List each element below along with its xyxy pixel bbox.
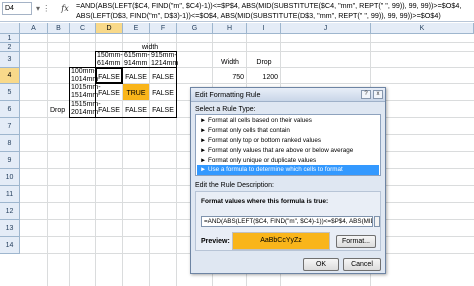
cell-f5[interactable]: FALSE [150, 89, 176, 98]
formula-bar: D4 ▾ ⋮ fx =AND(ABS(LEFT($C4, FIND("m", $… [0, 0, 474, 22]
cell-i3: Drop [256, 59, 272, 66]
collapse-dialog-icon[interactable] [374, 216, 380, 227]
preview-label: Preview: [201, 238, 230, 245]
gridline [20, 42, 474, 43]
cell-d6[interactable]: FALSE [96, 106, 122, 115]
cancel-button[interactable]: Cancel [343, 258, 381, 271]
ok-button[interactable]: OK [303, 258, 339, 271]
cell-h3: Width [221, 59, 239, 66]
cell-d5[interactable]: FALSE [96, 89, 122, 98]
row-header-12[interactable]: 12 [0, 203, 20, 220]
insert-function-icon[interactable]: fx [58, 2, 72, 15]
cell-d4[interactable]: FALSE [96, 73, 122, 82]
close-button[interactable]: x [373, 90, 383, 99]
help-button[interactable]: ? [361, 90, 371, 99]
matrix-border [69, 117, 177, 118]
row-header-7[interactable]: 7 [0, 118, 20, 135]
row-header-9[interactable]: 9 [0, 152, 20, 169]
cell-e6[interactable]: FALSE [123, 106, 149, 115]
gridline [47, 34, 48, 286]
column-header-d[interactable]: D [96, 23, 123, 34]
dialog-title-bar[interactable]: Edit Formatting Rule ? x [191, 88, 385, 102]
dialog-title: Edit Formatting Rule [195, 90, 261, 99]
rule-description-panel: Format values where this formula is true… [195, 191, 381, 251]
rule-type-list[interactable]: ► Format all cells based on their values… [195, 114, 381, 176]
rule-type-item[interactable]: ► Format only cells that contain [197, 126, 379, 136]
select-all-corner[interactable] [0, 23, 20, 34]
cell-h4[interactable]: 750 [213, 73, 244, 82]
rule-type-item[interactable]: ► Format only values that are above or b… [197, 146, 379, 156]
column-header-b[interactable]: B [48, 23, 70, 34]
edit-formatting-rule-dialog: Edit Formatting Rule ? x Select a Rule T… [190, 87, 386, 274]
name-box[interactable]: D4 [2, 2, 32, 15]
column-header-g[interactable]: G [177, 23, 213, 34]
column-header-c[interactable]: C [70, 23, 96, 34]
column-header-a[interactable]: A [20, 23, 48, 34]
cell-e3: 615mm- 914mm [124, 52, 150, 67]
gridline [149, 34, 150, 286]
formula-input[interactable]: =AND(ABS(LEFT($C4, FIND("m", $C4)-1))<=$… [74, 0, 472, 22]
matrix-border [69, 67, 70, 118]
column-header-h[interactable]: H [213, 23, 247, 34]
column-header-f[interactable]: F [150, 23, 177, 34]
cell-e5[interactable]: TRUE [123, 89, 149, 98]
cell-f3: 915mm- 1214mm [151, 52, 179, 67]
row-header-14[interactable]: 14 [0, 237, 20, 254]
cell-e4[interactable]: FALSE [123, 73, 149, 82]
row-header-2[interactable]: 2 [0, 43, 20, 52]
formula-condition-label: Format values where this formula is true… [201, 198, 329, 205]
cell-c4: 100mm- 1014mm [71, 68, 99, 83]
row-header-13[interactable]: 13 [0, 220, 20, 237]
cell-i4[interactable]: 1200 [247, 73, 278, 82]
column-header-j[interactable]: J [281, 23, 371, 34]
rule-type-item-selected[interactable]: ► Use a formula to determine which cells… [197, 165, 379, 175]
cell-f4[interactable]: FALSE [150, 73, 176, 82]
gridline [20, 51, 474, 52]
select-rule-type-label: Select a Rule Type: [195, 106, 256, 113]
edit-description-label: Edit the Rule Description: [195, 182, 274, 189]
column-header-k[interactable]: K [371, 23, 474, 34]
format-button[interactable]: Format... [336, 235, 376, 248]
row-header-3[interactable]: 3 [0, 52, 20, 68]
row-header-10[interactable]: 10 [0, 169, 20, 186]
formula-bar-separator: ▾ ⋮ [36, 4, 51, 13]
column-header-i[interactable]: I [247, 23, 281, 34]
row-header-1[interactable]: 1 [0, 34, 20, 43]
row-header-8[interactable]: 8 [0, 135, 20, 152]
cell-f6[interactable]: FALSE [150, 106, 176, 115]
cell-b6: Drop [50, 107, 66, 114]
cell-width-header: width [141, 44, 159, 51]
column-header-e[interactable]: E [123, 23, 150, 34]
rule-type-item[interactable]: ► Format all cells based on their values [197, 116, 379, 126]
rule-type-item[interactable]: ► Format only top or bottom ranked value… [197, 136, 379, 146]
format-preview: AaBbCcYyZz [232, 232, 330, 250]
row-header-4[interactable]: 4 [0, 68, 20, 84]
cell-d3: 150mm- 614mm [97, 52, 123, 67]
rule-formula-input[interactable]: =AND(ABS(LEFT($C4, FIND("m", $C4)-1))<=$… [201, 216, 373, 227]
row-header-6[interactable]: 6 [0, 101, 20, 118]
row-header-5[interactable]: 5 [0, 84, 20, 101]
row-header-11[interactable]: 11 [0, 186, 20, 203]
